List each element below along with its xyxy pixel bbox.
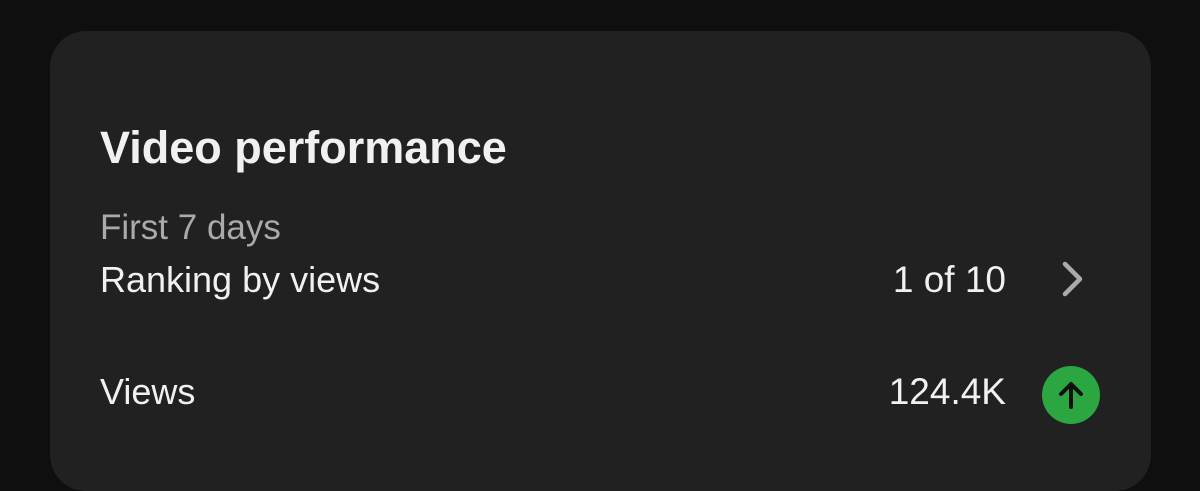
chevron-right-icon[interactable] [1057, 259, 1087, 299]
video-performance-card: Video performance First 7 days Ranking b… [50, 31, 1151, 491]
ranking-value: 1 of 10 [892, 259, 1006, 300]
views-row: Views 124.4K [50, 352, 1151, 432]
arrow-up-icon [1042, 366, 1100, 424]
card-title: Video performance [100, 122, 507, 173]
views-label: Views [100, 371, 196, 412]
ranking-label: Ranking by views [100, 259, 381, 300]
views-value: 124.4K [888, 371, 1006, 412]
ranking-by-views-row[interactable]: Ranking by views 1 of 10 [50, 240, 1151, 320]
